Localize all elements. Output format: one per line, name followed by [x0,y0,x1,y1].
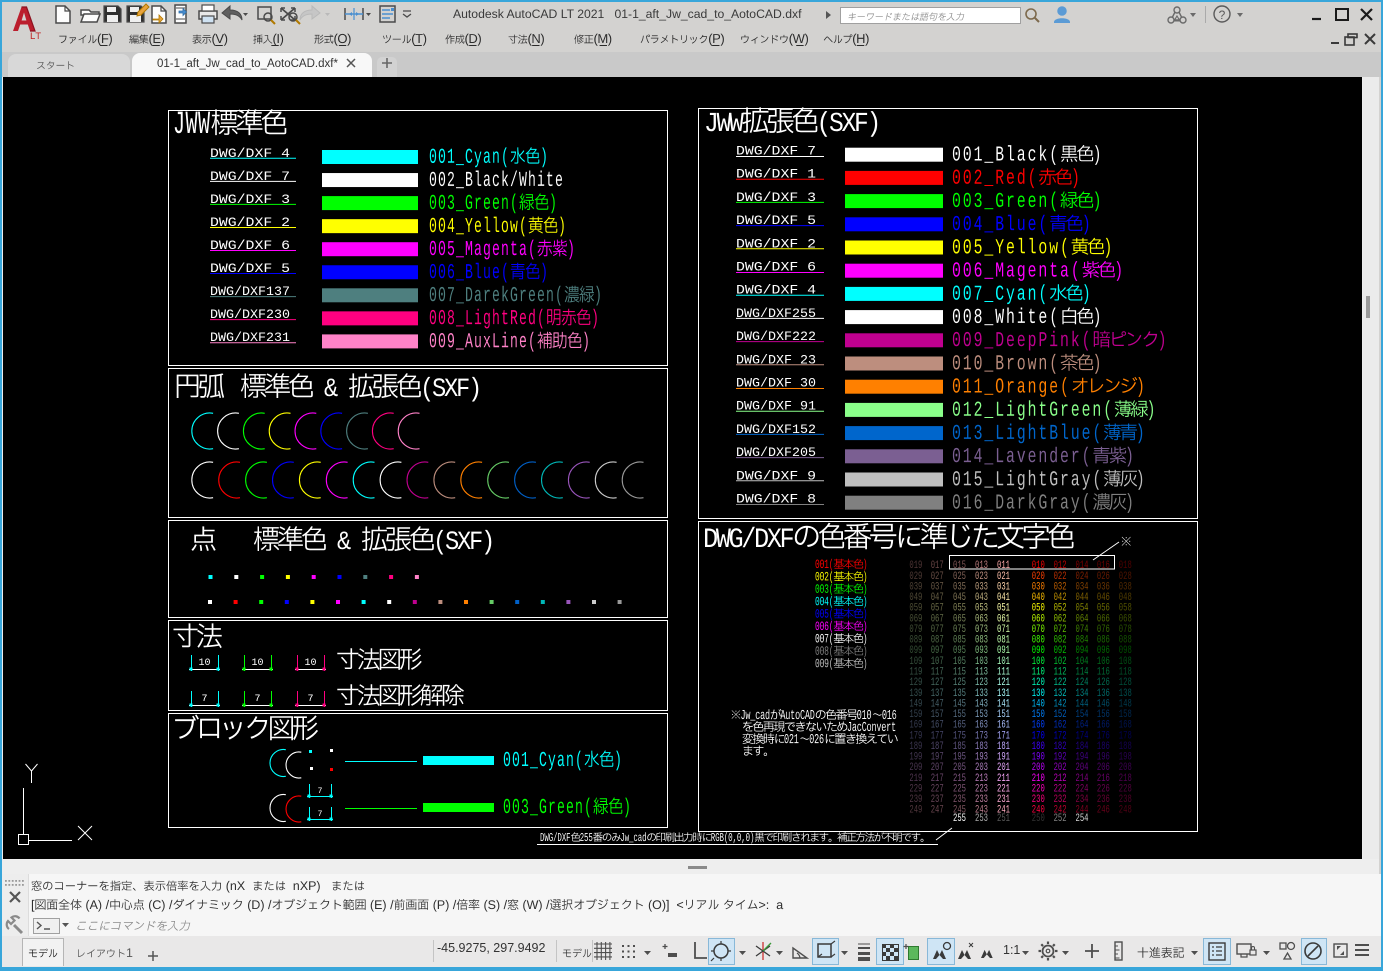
svg-text:252: 252 [1054,813,1067,825]
svg-text:7: 7 [318,810,323,819]
svg-text:7: 7 [201,694,207,705]
svg-text:10: 10 [251,658,263,669]
svg-text:253: 253 [975,813,988,825]
svg-text:7: 7 [254,694,260,705]
svg-text:249: 249 [909,805,922,817]
svg-text:10: 10 [304,658,316,669]
svg-text:255: 255 [953,813,966,825]
svg-text:251: 251 [997,813,1010,825]
svg-text:250: 250 [1032,813,1045,825]
svg-text:247: 247 [931,805,944,817]
svg-text:7: 7 [307,694,313,705]
svg-text:?: ? [1219,8,1226,22]
svg-text:248: 248 [1119,805,1132,817]
svg-text:246: 246 [1097,805,1110,817]
svg-text:7: 7 [318,787,323,796]
svg-text:254: 254 [1076,813,1089,825]
svg-text:10: 10 [198,658,210,669]
